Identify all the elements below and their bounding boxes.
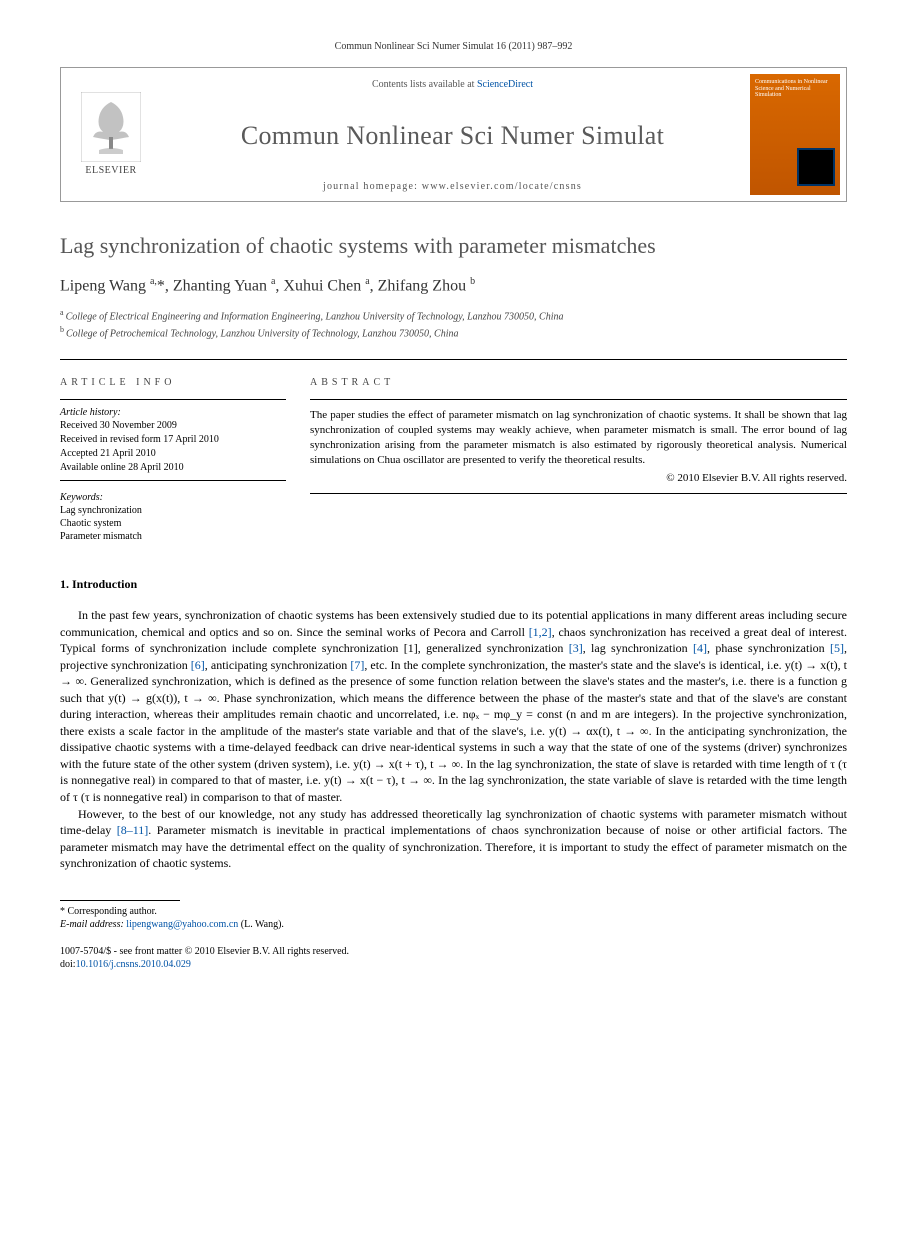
history-online: Available online 28 April 2010 [60, 461, 286, 474]
contents-available: Contents lists available at ScienceDirec… [372, 78, 533, 91]
info-abstract-row: ARTICLE INFO Article history: Received 3… [60, 359, 847, 543]
intro-paragraph-2: However, to the best of our knowledge, n… [60, 806, 847, 872]
article-title: Lag synchronization of chaotic systems w… [60, 232, 847, 261]
sciencedirect-link[interactable]: ScienceDirect [477, 79, 533, 90]
corr-label: * Corresponding author. [60, 905, 847, 918]
keyword-3: Parameter mismatch [60, 530, 286, 543]
affiliation-a: aCollege of Electrical Engineering and I… [60, 307, 847, 324]
author-email-link[interactable]: lipengwang@yahoo.com.cn [126, 919, 238, 930]
introduction-section: 1. Introduction In the past few years, s… [60, 577, 847, 871]
keywords-label: Keywords: [60, 491, 286, 504]
intro-paragraph-1: In the past few years, synchronization o… [60, 607, 847, 806]
intro-heading: 1. Introduction [60, 577, 847, 593]
publisher-name: ELSEVIER [85, 164, 136, 177]
journal-name: Commun Nonlinear Sci Numer Simulat [241, 119, 664, 153]
affiliations: aCollege of Electrical Engineering and I… [60, 307, 847, 342]
elsevier-tree-icon [81, 92, 141, 162]
footnote-rule [60, 900, 180, 901]
history-revised: Received in revised form 17 April 2010 [60, 433, 286, 446]
divider [60, 399, 286, 400]
history-received: Received 30 November 2009 [60, 419, 286, 432]
history-accepted: Accepted 21 April 2010 [60, 447, 286, 460]
keyword-1: Lag synchronization [60, 504, 286, 517]
doi-line: doi:10.1016/j.cnsns.2010.04.029 [60, 958, 847, 971]
keyword-2: Chaotic system [60, 517, 286, 530]
doi-link[interactable]: 10.1016/j.cnsns.2010.04.029 [76, 959, 191, 970]
footer-block: 1007-5704/$ - see front matter © 2010 El… [60, 945, 847, 971]
history-label: Article history: [60, 406, 286, 419]
journal-citation: Commun Nonlinear Sci Numer Simulat 16 (2… [60, 40, 847, 53]
front-matter-line: 1007-5704/$ - see front matter © 2010 El… [60, 945, 847, 958]
cover-image-icon [797, 148, 835, 186]
journal-cover-thumbnail: Communications in Nonlinear Science and … [750, 74, 840, 195]
copyright-line: © 2010 Elsevier B.V. All rights reserved… [310, 471, 847, 485]
article-info-column: ARTICLE INFO Article history: Received 3… [60, 376, 310, 543]
journal-header-box: ELSEVIER Contents lists available at Sci… [60, 67, 847, 202]
divider [310, 493, 847, 494]
divider [310, 399, 847, 400]
cover-title: Communications in Nonlinear Science and … [755, 79, 835, 99]
divider [60, 480, 286, 481]
author-list: Lipeng Wang a,*, Zhanting Yuan a, Xuhui … [60, 275, 847, 297]
email-line: E-mail address: lipengwang@yahoo.com.cn … [60, 918, 847, 931]
publisher-logo: ELSEVIER [61, 68, 161, 201]
abstract-heading: ABSTRACT [310, 376, 847, 389]
abstract-column: ABSTRACT The paper studies the effect of… [310, 376, 847, 543]
affiliation-b: bCollege of Petrochemical Technology, La… [60, 324, 847, 341]
journal-center-block: Contents lists available at ScienceDirec… [161, 68, 744, 201]
article-info-heading: ARTICLE INFO [60, 376, 286, 389]
corresponding-author-note: * Corresponding author. E-mail address: … [60, 905, 847, 931]
abstract-text: The paper studies the effect of paramete… [310, 408, 847, 467]
journal-homepage: journal homepage: www.elsevier.com/locat… [323, 180, 582, 193]
